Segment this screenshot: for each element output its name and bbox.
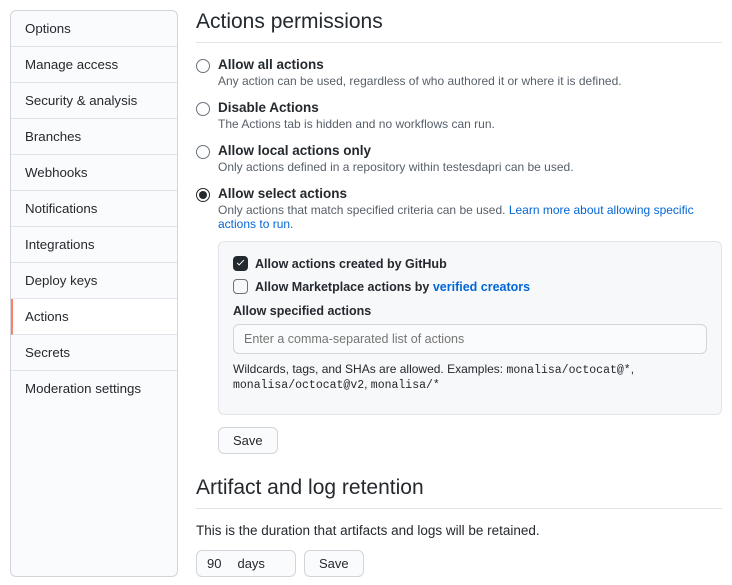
option-select-actions[interactable]: Allow select actions Only actions that m… — [196, 186, 722, 415]
option-disable-actions[interactable]: Disable Actions The Actions tab is hidde… — [196, 100, 722, 131]
retention-days-input[interactable]: 90days — [196, 550, 296, 577]
artifact-retention-heading: Artifact and log retention — [196, 476, 722, 509]
save-button[interactable]: Save — [218, 427, 278, 454]
radio-icon[interactable] — [196, 102, 210, 116]
retention-description: This is the duration that artifacts and … — [196, 523, 722, 538]
sidebar-item-moderation[interactable]: Moderation settings — [11, 371, 177, 406]
actions-permissions-heading: Actions permissions — [196, 10, 722, 43]
option-desc: Only actions that match specified criter… — [218, 203, 722, 231]
checkbox-marketplace-verified[interactable] — [233, 279, 248, 294]
retention-save-button[interactable]: Save — [304, 550, 364, 577]
sidebar-item-integrations[interactable]: Integrations — [11, 227, 177, 263]
sidebar-item-secrets[interactable]: Secrets — [11, 335, 177, 371]
sidebar-item-notifications[interactable]: Notifications — [11, 191, 177, 227]
allow-specified-subhead: Allow specified actions — [233, 304, 707, 318]
select-actions-panel: Allow actions created by GitHub Allow Ma… — [218, 241, 722, 415]
option-title: Disable Actions — [218, 100, 495, 115]
settings-sidebar: Options Manage access Security & analysi… — [10, 10, 178, 577]
sidebar-item-branches[interactable]: Branches — [11, 119, 177, 155]
sidebar-item-webhooks[interactable]: Webhooks — [11, 155, 177, 191]
radio-icon[interactable] — [196, 188, 210, 202]
verified-creators-link[interactable]: verified creators — [433, 280, 530, 294]
check-icon — [235, 258, 246, 269]
wildcards-hint: Wildcards, tags, and SHAs are allowed. E… — [233, 362, 707, 392]
sidebar-item-security-analysis[interactable]: Security & analysis — [11, 83, 177, 119]
option-title: Allow all actions — [218, 57, 622, 72]
option-desc: Any action can be used, regardless of wh… — [218, 74, 622, 88]
sidebar-item-actions[interactable]: Actions — [11, 299, 177, 335]
sidebar-item-options[interactable]: Options — [11, 11, 177, 47]
checkbox-label: Allow Marketplace actions by verified cr… — [255, 280, 530, 294]
radio-icon[interactable] — [196, 145, 210, 159]
checkbox-label: Allow actions created by GitHub — [255, 257, 447, 271]
option-desc: Only actions defined in a repository wit… — [218, 160, 574, 174]
option-title: Allow select actions — [218, 186, 722, 201]
main-content: Actions permissions Allow all actions An… — [178, 10, 722, 577]
option-title: Allow local actions only — [218, 143, 574, 158]
option-local-only[interactable]: Allow local actions only Only actions de… — [196, 143, 722, 174]
checkbox-github-actions[interactable] — [233, 256, 248, 271]
radio-icon[interactable] — [196, 59, 210, 73]
option-allow-all[interactable]: Allow all actions Any action can be used… — [196, 57, 722, 88]
specified-actions-input[interactable] — [233, 324, 707, 354]
sidebar-item-manage-access[interactable]: Manage access — [11, 47, 177, 83]
option-desc: The Actions tab is hidden and no workflo… — [218, 117, 495, 131]
sidebar-item-deploy-keys[interactable]: Deploy keys — [11, 263, 177, 299]
